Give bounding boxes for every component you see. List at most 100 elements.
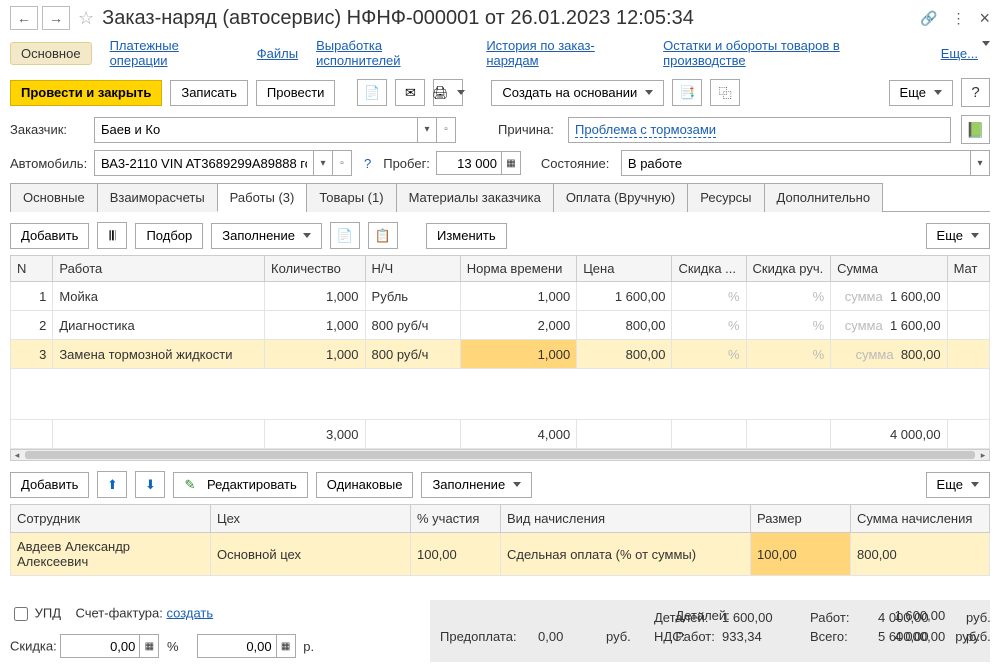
workers-add-button[interactable]: Добавить (10, 472, 89, 498)
doc-icon-button[interactable]: 📄 (357, 79, 387, 106)
car-help-link[interactable]: ? (364, 156, 371, 171)
chevron-down-icon[interactable]: ▾ (970, 151, 989, 175)
tab-resources[interactable]: Ресурсы (687, 183, 764, 212)
wcol-kind[interactable]: Вид начисления (501, 505, 751, 533)
col-work[interactable]: Работа (53, 256, 265, 282)
scroll-left-icon[interactable]: ◂ (11, 450, 23, 460)
tab-main[interactable]: Основные (10, 183, 98, 212)
worker-row[interactable]: Авдеев Александр Алексеевич Основной цех… (11, 533, 990, 576)
reason-link[interactable]: Проблема с тормозами (575, 122, 716, 138)
car-input[interactable] (95, 156, 313, 171)
nav-forward-button[interactable]: → (42, 6, 70, 30)
wcol-shop[interactable]: Цех (211, 505, 411, 533)
open-icon[interactable]: ▫ (436, 118, 455, 142)
grid-change-button[interactable]: Изменить (426, 223, 507, 249)
customer-combo[interactable]: ▾ ▫ (94, 117, 456, 143)
scroll-thumb[interactable] (25, 451, 975, 459)
reason-pick-button[interactable]: 📗 (961, 115, 990, 144)
grid-paste-button[interactable]: 📋 (368, 222, 398, 249)
chevron-down-icon[interactable]: ▾ (313, 151, 332, 175)
nav-main[interactable]: Основное (10, 42, 92, 65)
discount-amount-input[interactable] (197, 634, 277, 658)
nav-files[interactable]: Файлы (257, 46, 298, 61)
scroll-right-icon[interactable]: ▸ (977, 450, 989, 460)
workers-up-button[interactable]: ⬆ (97, 471, 127, 498)
copy-rows-icon: 📄 (337, 228, 353, 244)
col-norm[interactable]: Норма времени (460, 256, 576, 282)
col-rate[interactable]: Н/Ч (365, 256, 460, 282)
grid-add-button[interactable]: Добавить (10, 223, 89, 249)
table-row-selected[interactable]: 3 Замена тормозной жидкости 1,000 800 ру… (11, 340, 990, 369)
calc-icon[interactable]: ▦ (501, 151, 521, 175)
chevron-down-icon[interactable]: ▾ (417, 118, 436, 142)
mail-icon-button[interactable]: ✉ (395, 79, 425, 106)
tab-extra[interactable]: Дополнительно (764, 183, 884, 212)
help-button[interactable]: ? (961, 78, 990, 107)
wcol-sum[interactable]: Сумма начисления (851, 505, 990, 533)
structure-icon-button[interactable]: ⿻ (710, 79, 740, 106)
tab-customer-materials[interactable]: Материалы заказчика (396, 183, 554, 212)
close-icon[interactable]: × (979, 8, 990, 29)
post-button[interactable]: Провести (256, 80, 336, 106)
grid-fill-button[interactable]: Заполнение (211, 223, 322, 249)
file-icon: 📄 (364, 85, 380, 101)
kebab-menu-icon[interactable]: ⋮ (951, 10, 965, 27)
discount-percent-input[interactable] (60, 634, 140, 658)
wcol-size[interactable]: Размер (751, 505, 851, 533)
tab-settlements[interactable]: Взаиморасчеты (97, 183, 218, 212)
calc-icon[interactable]: ▦ (139, 634, 159, 658)
grid-more-button[interactable]: Еще (926, 223, 990, 249)
create-based-on-button[interactable]: Создать на основании (491, 80, 664, 106)
calc-icon[interactable]: ▦ (276, 634, 296, 658)
col-sum[interactable]: Сумма (831, 256, 947, 282)
col-price[interactable]: Цена (577, 256, 672, 282)
page-title: Заказ-наряд (автосервис) НФНФ-000001 от … (102, 7, 916, 30)
col-qty[interactable]: Количество (265, 256, 366, 282)
grid-pick-button[interactable]: Подбор (135, 223, 203, 249)
table-row[interactable]: 2 Диагностика 1,000 800 руб/ч 2,000 800,… (11, 311, 990, 340)
state-label: Состояние: (541, 156, 615, 171)
open-icon[interactable]: ▫ (332, 151, 351, 175)
print-button[interactable]: 🖨 (433, 79, 463, 106)
grid-barcode-button[interactable]: 𝄃𝄃 (97, 222, 127, 249)
workers-same-button[interactable]: Одинаковые (316, 472, 414, 498)
nav-history[interactable]: История по заказ-нарядам (486, 38, 645, 68)
link-icon[interactable]: 🔗 (920, 10, 937, 27)
table-row[interactable]: 1 Мойка 1,000 Рубль 1,000 1 600,00 % % с… (11, 282, 990, 311)
nav-workload[interactable]: Выработка исполнителей (316, 38, 468, 68)
invoice-label: Счет-фактура: (75, 605, 162, 620)
col-discount-manual[interactable]: Скидка руч. (746, 256, 831, 282)
upd-checkbox[interactable] (14, 607, 28, 621)
workers-fill-button[interactable]: Заполнение (421, 472, 532, 498)
col-discount[interactable]: Скидка ... (672, 256, 746, 282)
workers-down-button[interactable]: ⬇ (135, 471, 165, 498)
customer-input[interactable] (95, 122, 417, 137)
wcol-employee[interactable]: Сотрудник (11, 505, 211, 533)
col-n[interactable]: N (11, 256, 53, 282)
nav-more[interactable]: Еще... (941, 46, 990, 61)
tab-works[interactable]: Работы (3) (217, 183, 308, 212)
nav-stock[interactable]: Остатки и обороты товаров в производстве (663, 38, 923, 68)
tab-goods[interactable]: Товары (1) (306, 183, 396, 212)
toolbar-more-button[interactable]: Еще (889, 80, 953, 106)
copy-icon-button[interactable]: 📑 (672, 79, 702, 106)
nav-payments[interactable]: Платежные операции (110, 38, 239, 68)
invoice-create-link[interactable]: создать (167, 605, 214, 620)
workers-edit-button[interactable]: ✎ Редактировать (173, 472, 307, 498)
car-combo[interactable]: ▾ ▫ (94, 150, 352, 176)
workers-more-button[interactable]: Еще (926, 472, 990, 498)
state-input[interactable] (622, 156, 970, 171)
wcol-pct[interactable]: % участия (411, 505, 501, 533)
grid-copy-button[interactable]: 📄 (330, 222, 360, 249)
save-button[interactable]: Записать (170, 80, 248, 106)
post-and-close-button[interactable]: Провести и закрыть (10, 80, 162, 106)
totals-row: 3,000 4,000 4 000,00 (11, 420, 990, 449)
reason-combo[interactable]: Проблема с тормозами (568, 117, 951, 143)
state-combo[interactable]: ▾ (621, 150, 990, 176)
tab-payment[interactable]: Оплата (Вручную) (553, 183, 688, 212)
favorite-star-icon[interactable]: ☆ (78, 8, 94, 29)
nav-back-button[interactable]: ← (10, 6, 38, 30)
mileage-input[interactable] (436, 151, 502, 175)
h-scrollbar[interactable]: ◂ ▸ (10, 449, 990, 461)
col-mat[interactable]: Мат (947, 256, 989, 282)
